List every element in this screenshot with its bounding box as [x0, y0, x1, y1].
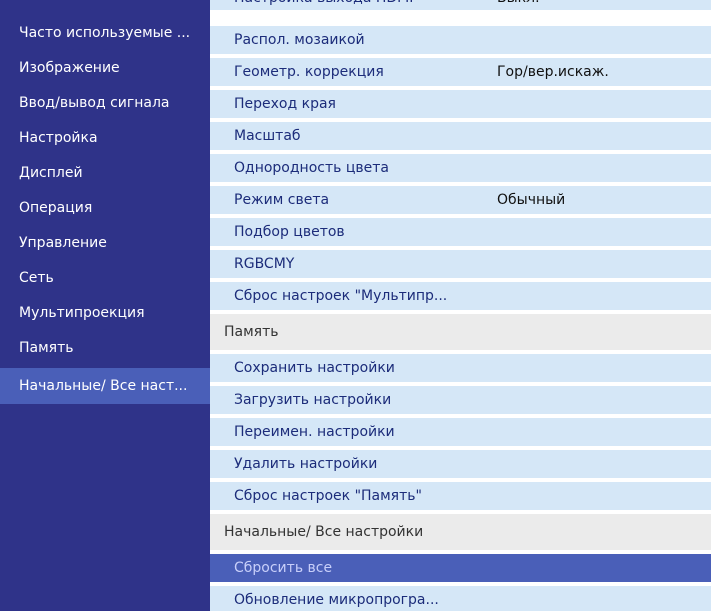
- sidebar-item-frequently-used[interactable]: Часто используемые ...: [0, 15, 210, 51]
- menu-row-label: Подбор цветов: [234, 224, 345, 240]
- section-header-memory: Память: [210, 314, 721, 352]
- sidebar-item-network[interactable]: Сеть: [0, 260, 210, 296]
- sidebar-item-memory[interactable]: Память: [0, 330, 210, 366]
- sidebar-item-multiprojection[interactable]: Мультипроекция: [0, 295, 210, 331]
- menu-row-reset-multiprojection[interactable]: Сброс настроек "Мультипр...: [210, 282, 721, 312]
- sidebar-item-label: Управление: [19, 235, 107, 251]
- menu-row-label: Сброс настроек "Мультипр...: [234, 288, 448, 304]
- sidebar-item-label: Дисплей: [19, 165, 83, 181]
- sidebar-item-label: Настройка: [19, 130, 98, 146]
- menu-row-color-matching[interactable]: Подбор цветов: [210, 218, 721, 248]
- section-header-initial-all-settings: Начальные/ Все настройки: [210, 514, 721, 552]
- sidebar-item-initial-all-settings[interactable]: Начальные/ Все наст...: [0, 368, 210, 404]
- scrollbar-track[interactable]: [711, 0, 725, 611]
- menu-row-label: Распол. мозаикой: [234, 32, 365, 48]
- menu-row-label: Обновление микропрогра...: [234, 592, 439, 608]
- sidebar-item-label: Часто используемые ...: [19, 25, 191, 41]
- sidebar-item-label: Операция: [19, 200, 93, 216]
- menu-row-load-settings[interactable]: Загрузить настройки: [210, 386, 721, 416]
- menu-row-label: Удалить настройки: [234, 456, 378, 472]
- menu-row-scale[interactable]: Масштаб: [210, 122, 721, 152]
- menu-row-delete-settings[interactable]: Удалить настройки: [210, 450, 721, 480]
- sidebar-item-label: Ввод/вывод сигнала: [19, 95, 170, 111]
- sidebar-item-label: Изображение: [19, 60, 120, 76]
- menu-row-reset-all[interactable]: Сбросить все: [210, 554, 721, 584]
- sidebar-item-settings[interactable]: Настройка: [0, 120, 210, 156]
- menu-row-label: Масштаб: [234, 128, 301, 144]
- sidebar-item-display[interactable]: Дисплей: [0, 155, 210, 191]
- sidebar-item-image[interactable]: Изображение: [0, 50, 210, 86]
- section-header-label: Начальные/ Все настройки: [224, 524, 424, 540]
- menu-row-label: Сброс настроек "Память": [234, 488, 422, 504]
- menu-row-rename-settings[interactable]: Переимен. настройки: [210, 418, 721, 448]
- settings-panel: Настройка выхода HDMI Выкл. Распол. моза…: [210, 0, 725, 611]
- sidebar-item-label: Память: [19, 340, 74, 356]
- menu-row-tiling[interactable]: Распол. мозаикой: [210, 26, 721, 56]
- section-header-label: Память: [224, 324, 279, 340]
- menu-row-geometry-correction[interactable]: Геометр. коррекция Гор/вер.искаж.: [210, 58, 721, 88]
- menu-row-value: Гор/вер.искаж.: [497, 64, 609, 80]
- menu-row-reset-memory[interactable]: Сброс настроек "Память": [210, 482, 721, 512]
- menu-row-value: Обычный: [497, 192, 566, 208]
- menu-row-label: Однородность цвета: [234, 160, 389, 176]
- sidebar-menu: Часто используемые ... Изображение Ввод/…: [0, 0, 210, 611]
- menu-row-rgbcmy[interactable]: RGBCMY: [210, 250, 721, 280]
- menu-row-firmware-update[interactable]: Обновление микропрогра...: [210, 586, 721, 611]
- sidebar-item-operation[interactable]: Операция: [0, 190, 210, 226]
- sidebar-item-signal-io[interactable]: Ввод/вывод сигнала: [0, 85, 210, 121]
- menu-row-label: Сбросить все: [234, 560, 333, 576]
- sidebar-item-management[interactable]: Управление: [0, 225, 210, 261]
- menu-row-label: Переимен. настройки: [234, 424, 395, 440]
- menu-row-value: Выкл.: [497, 0, 540, 12]
- menu-row-light-mode[interactable]: Режим света Обычный: [210, 186, 721, 216]
- sidebar-item-label: Сеть: [19, 270, 54, 286]
- sidebar-item-label: Начальные/ Все наст...: [19, 378, 188, 394]
- menu-row-label: Режим света: [234, 192, 330, 208]
- menu-row-label: Загрузить настройки: [234, 392, 392, 408]
- menu-row-label: Сохранить настройки: [234, 360, 395, 376]
- menu-row-label: Геометр. коррекция: [234, 64, 384, 80]
- menu-row-save-settings[interactable]: Сохранить настройки: [210, 354, 721, 384]
- menu-row-color-uniformity[interactable]: Однородность цвета: [210, 154, 721, 184]
- sidebar-item-label: Мультипроекция: [19, 305, 145, 321]
- menu-row-label: Настройка выхода HDMI: [234, 0, 413, 12]
- menu-row-label: Переход края: [234, 96, 336, 112]
- menu-row-hdmi-output[interactable]: Настройка выхода HDMI Выкл.: [210, 0, 721, 12]
- menu-row-label: RGBCMY: [234, 256, 295, 272]
- menu-row-edge-blending[interactable]: Переход края: [210, 90, 721, 120]
